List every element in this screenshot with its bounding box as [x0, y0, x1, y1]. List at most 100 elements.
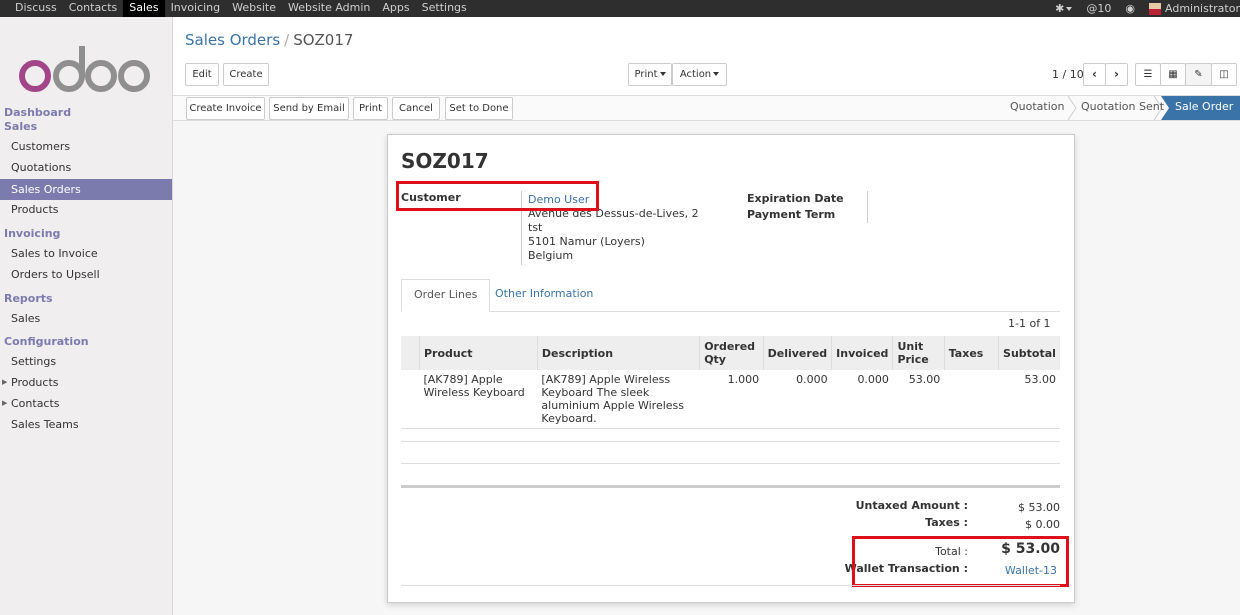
breadcrumb-current: SOZ017	[293, 31, 354, 49]
column-subtotal[interactable]: Subtotal	[998, 336, 1060, 370]
stage-quotation[interactable]: Quotation	[1010, 96, 1064, 120]
menu-settings[interactable]: Settings	[416, 0, 473, 17]
action-dropdown[interactable]: Action	[672, 63, 727, 86]
calendar-view-icon[interactable]: ◫	[1211, 63, 1237, 86]
stage-quotation-sent[interactable]: Quotation Sent	[1081, 96, 1164, 120]
payment-term-label: Payment Term	[747, 208, 836, 221]
sidebar-dashboard[interactable]: Dashboard	[4, 106, 71, 119]
sidebar-item-contacts[interactable]: ▶ Contacts	[0, 393, 172, 414]
sidebar-section-invoicing: Invoicing	[4, 227, 61, 240]
column-invoiced[interactable]: Invoiced	[831, 336, 893, 370]
sidebar-item-customers[interactable]: Customers	[0, 136, 172, 157]
print-dropdown[interactable]: Print	[628, 63, 672, 86]
create-button[interactable]: Create	[223, 63, 269, 86]
sidebar-item-sales-to-invoice[interactable]: Sales to Invoice	[0, 243, 172, 264]
sidebar-item-reports-sales[interactable]: Sales	[0, 308, 172, 329]
form-view-icon[interactable]: ✎	[1185, 63, 1212, 86]
top-menu: Discuss Contacts Sales Invoicing Website…	[9, 0, 473, 17]
debug-bug-icon[interactable]: ✱	[1055, 2, 1073, 15]
avatar	[1149, 3, 1161, 15]
user-name: Administrator	[1165, 2, 1240, 15]
table-footer-divider	[401, 485, 1060, 488]
edit-button[interactable]: Edit	[185, 63, 219, 86]
address-line: Belgium	[528, 249, 574, 262]
sidebar-item-products[interactable]: Products	[0, 199, 172, 220]
sidebar-item-sales-orders[interactable]: Sales Orders	[0, 179, 172, 200]
sidebar: Dashboard Sales Customers Quotations Sal…	[0, 17, 173, 615]
cell-description[interactable]: [AK789] Apple Wireless Keyboard The slee…	[537, 370, 700, 429]
sidebar-item-sales-teams[interactable]: Sales Teams	[0, 414, 172, 435]
table-header-row: Product Description Ordered Qty Delivere…	[401, 336, 1060, 370]
taxes-label: Taxes :	[925, 516, 968, 529]
sidebar-item-orders-to-upsell[interactable]: Orders to Upsell	[0, 264, 172, 285]
chevron-down-icon	[713, 72, 720, 76]
sidebar-item-quotations[interactable]: Quotations	[0, 157, 172, 178]
chevron-down-icon	[659, 72, 666, 76]
statusbar: Create Invoice Send by Email Print Cance…	[173, 95, 1240, 121]
stage-sale-order[interactable]: Sale Order	[1175, 96, 1233, 120]
cancel-button[interactable]: Cancel	[392, 97, 440, 120]
breadcrumb: Sales Orders / SOZ017	[185, 31, 354, 49]
address-line: 5101 Namur (Loyers)	[528, 235, 645, 248]
empty-row-divider	[401, 463, 1060, 464]
create-invoice-button[interactable]: Create Invoice	[186, 97, 265, 120]
address-line: tst	[528, 221, 543, 234]
breadcrumb-sales-orders[interactable]: Sales Orders	[185, 31, 280, 49]
handle-column	[401, 336, 420, 370]
tab-order-lines[interactable]: Order Lines	[401, 279, 491, 312]
next-icon[interactable]: ›	[1105, 63, 1128, 86]
highlight-customer	[396, 181, 599, 211]
user-menu[interactable]: Administrator	[1149, 2, 1240, 15]
menu-contacts[interactable]: Contacts	[63, 0, 124, 17]
cell-invoiced[interactable]: 0.000	[831, 370, 893, 429]
highlight-totals	[852, 536, 1069, 587]
cell-delivered[interactable]: 0.000	[763, 370, 832, 429]
cell-subtotal[interactable]: 53.00	[998, 370, 1060, 429]
column-ordered-qty[interactable]: Ordered Qty	[699, 336, 764, 370]
cell-product[interactable]: [AK789] Apple Wireless Keyboard	[419, 370, 538, 429]
send-by-email-button[interactable]: Send by Email	[269, 97, 349, 120]
chat-bubble-icon[interactable]: ◉	[1125, 2, 1135, 15]
menu-sales[interactable]: Sales	[123, 0, 165, 17]
menu-apps[interactable]: Apps	[376, 0, 415, 17]
tab-other-information[interactable]: Other Information	[483, 279, 605, 312]
order-title: SOZ017	[401, 149, 489, 173]
cell-ordered-qty[interactable]: 1.000	[699, 370, 764, 429]
menu-website-admin[interactable]: Website Admin	[282, 0, 376, 17]
previous-icon[interactable]: ‹	[1083, 63, 1106, 86]
systray: ✱ @10 ◉ Administrator	[1041, 0, 1240, 17]
notifications[interactable]: @10	[1086, 2, 1111, 15]
column-delivered[interactable]: Delivered	[762, 336, 832, 370]
caret-right-icon: ▶	[2, 378, 8, 386]
kanban-view-icon[interactable]: ▦	[1160, 63, 1186, 86]
sidebar-section-reports: Reports	[4, 292, 53, 305]
sidebar-section-sales: Sales	[4, 120, 38, 133]
untaxed-amount-label: Untaxed Amount :	[855, 499, 968, 512]
sidebar-item-settings[interactable]: Settings	[0, 351, 172, 372]
table-row[interactable]: [AK789] Apple Wireless Keyboard [AK789] …	[401, 370, 1060, 429]
odoo-logo[interactable]	[17, 42, 153, 102]
expiration-date-label: Expiration Date	[747, 192, 844, 205]
list-counter: 1-1 of 1	[1008, 317, 1051, 330]
menu-discuss[interactable]: Discuss	[9, 0, 63, 17]
cell-unit-price[interactable]: 53.00	[892, 370, 945, 429]
print-button[interactable]: Print	[353, 97, 388, 120]
column-product[interactable]: Product	[418, 336, 538, 370]
sidebar-section-configuration: Configuration	[4, 335, 89, 348]
sidebar-item-config-products[interactable]: ▶ Products	[0, 372, 172, 393]
cell-taxes[interactable]	[944, 370, 999, 429]
column-taxes[interactable]: Taxes	[943, 336, 999, 370]
menu-website[interactable]: Website	[226, 0, 282, 17]
set-to-done-button[interactable]: Set to Done	[445, 97, 513, 120]
column-unit-price[interactable]: Unit Price	[892, 336, 945, 370]
caret-right-icon: ▶	[2, 399, 8, 407]
pager-value[interactable]: 1 / 10	[1052, 68, 1084, 81]
empty-row-divider	[401, 441, 1060, 442]
notebook-tabs: Order Lines Other Information	[401, 279, 1060, 312]
main-content: Sales Orders / SOZ017 Edit Create Print Ac…	[173, 17, 1240, 615]
column-description[interactable]: Description	[536, 336, 700, 370]
menu-invoicing[interactable]: Invoicing	[165, 0, 227, 17]
top-navbar: Discuss Contacts Sales Invoicing Website…	[0, 0, 1240, 17]
list-view-icon[interactable]: ☰	[1135, 63, 1161, 86]
untaxed-amount-value: $ 53.00	[1018, 501, 1060, 514]
